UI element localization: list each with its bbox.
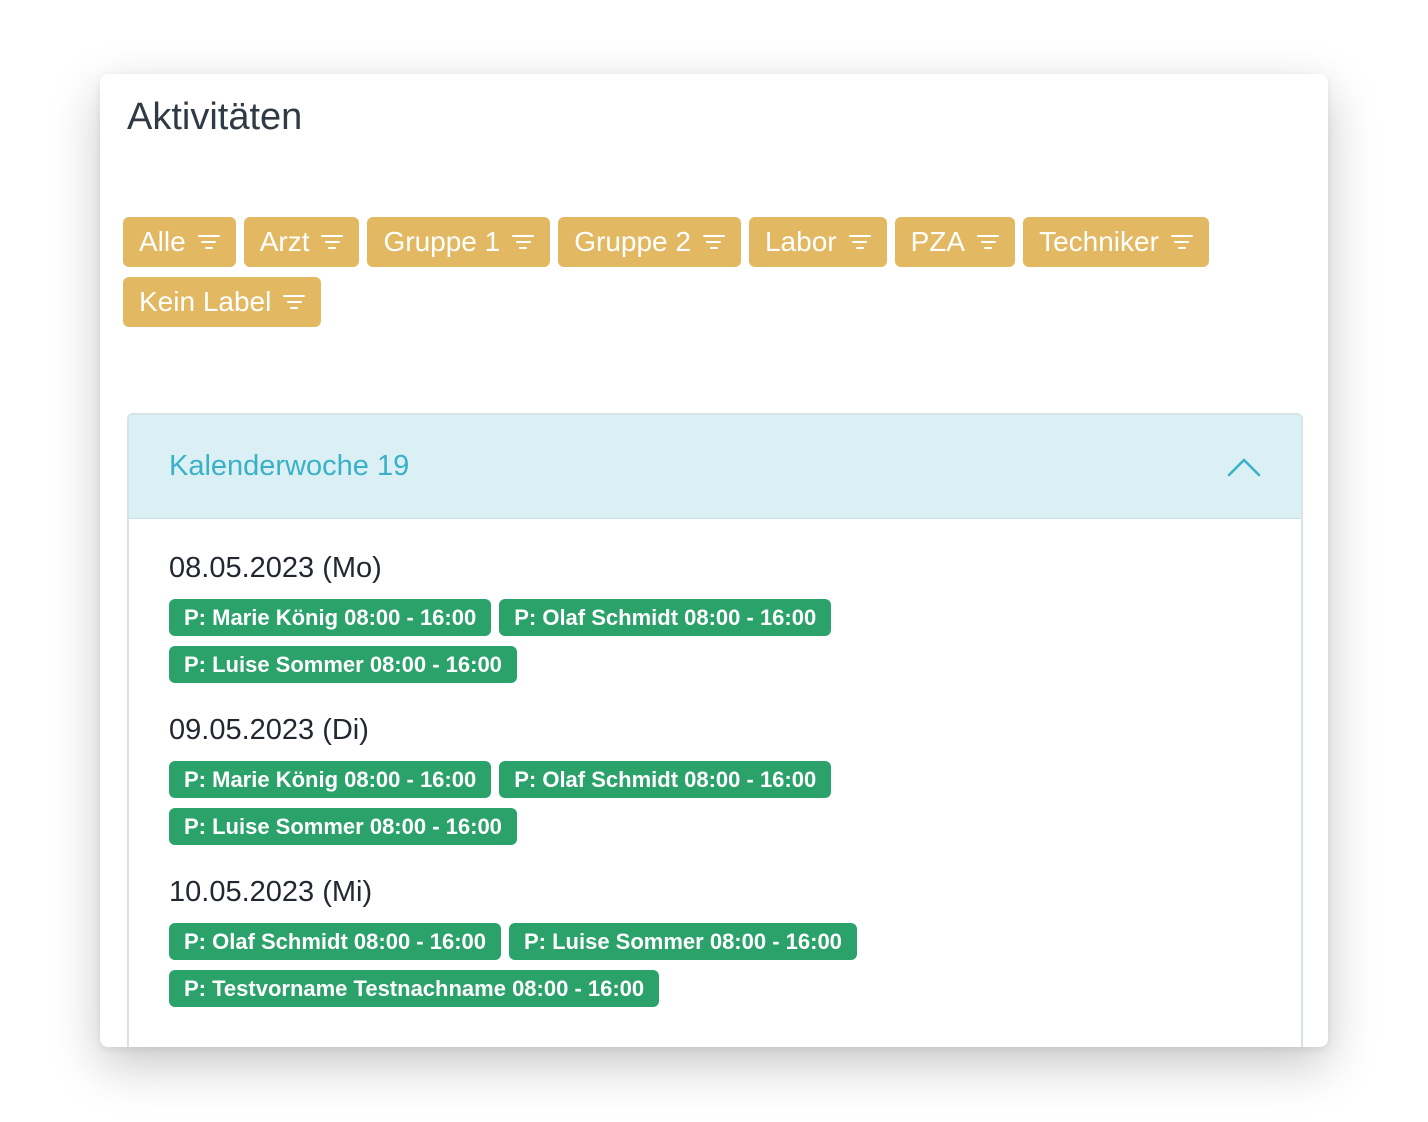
activity-badge[interactable]: P: Luise Sommer 08:00 - 16:00	[509, 923, 857, 960]
filter-chip-label: Gruppe 2	[574, 226, 691, 257]
filter-chip-alle[interactable]: Alle	[123, 217, 236, 267]
filter-chip-labor[interactable]: Labor	[748, 217, 887, 267]
day-section: 09.05.2023 (Di) P: Marie König 08:00 - 1…	[169, 713, 1261, 845]
filter-icon	[1170, 235, 1193, 249]
activity-badge[interactable]: P: Olaf Schmidt 08:00 - 16:00	[499, 599, 832, 636]
filter-chip-label: Arzt	[259, 226, 310, 257]
filter-icon	[848, 235, 871, 249]
activity-badge[interactable]: P: Luise Sommer 08:00 - 16:00	[169, 646, 517, 683]
activity-badge[interactable]: P: Testvorname Testnachname 08:00 - 16:0…	[169, 970, 660, 1007]
day-section: 08.05.2023 (Mo) P: Marie König 08:00 - 1…	[169, 551, 1261, 683]
filter-chip-pza[interactable]: PZA	[894, 217, 1016, 267]
activity-badge[interactable]: P: Marie König 08:00 - 16:00	[169, 599, 492, 636]
chevron-up-icon[interactable]	[1227, 457, 1261, 477]
day-date: 10.05.2023 (Mi)	[169, 876, 373, 908]
day-entries: P: Marie König 08:00 - 16:00 P: Olaf Sch…	[169, 761, 929, 845]
filter-chip-kein-label[interactable]: Kein Label	[123, 277, 322, 327]
filter-chip-techniker[interactable]: Techniker	[1023, 217, 1209, 267]
filter-icon	[283, 295, 306, 309]
activities-card: Aktivitäten Alle Arzt Gruppe 1 Gruppe 2 …	[100, 74, 1328, 1047]
filter-chip-label: Labor	[764, 226, 837, 257]
filter-chip-arzt[interactable]: Arzt	[243, 217, 360, 267]
filter-icon	[197, 235, 220, 249]
week-panel: Kalenderwoche 19 08.05.2023 (Mo) P: Mari…	[127, 413, 1303, 1047]
activity-badge[interactable]: P: Marie König 08:00 - 16:00	[169, 761, 492, 798]
filter-icon	[977, 235, 1000, 249]
week-header[interactable]: Kalenderwoche 19	[129, 415, 1301, 519]
day-section: 10.05.2023 (Mi) P: Olaf Schmidt 08:00 - …	[169, 875, 1261, 1007]
filter-bar: Alle Arzt Gruppe 1 Gruppe 2 Labor PZA Te…	[123, 217, 1313, 327]
day-entries: P: Marie König 08:00 - 16:00 P: Olaf Sch…	[169, 599, 929, 683]
filter-chip-gruppe-1[interactable]: Gruppe 1	[367, 217, 551, 267]
day-date: 08.05.2023 (Mo)	[169, 552, 382, 584]
filter-chip-label: PZA	[910, 226, 966, 257]
activity-badge[interactable]: P: Olaf Schmidt 08:00 - 16:00	[499, 761, 832, 798]
filter-chip-label: Gruppe 1	[383, 226, 501, 257]
week-title: Kalenderwoche 19	[169, 450, 410, 482]
day-entries: P: Olaf Schmidt 08:00 - 16:00 P: Luise S…	[169, 923, 929, 1007]
activity-badge[interactable]: P: Olaf Schmidt 08:00 - 16:00	[169, 923, 501, 960]
filter-icon	[512, 235, 535, 249]
filter-icon	[702, 235, 725, 249]
filter-chip-label: Kein Label	[139, 286, 272, 317]
day-date: 09.05.2023 (Di)	[169, 714, 369, 746]
filter-icon	[321, 235, 344, 249]
activity-badge[interactable]: P: Luise Sommer 08:00 - 16:00	[169, 808, 517, 845]
filter-chip-label: Techniker	[1039, 226, 1159, 257]
filter-chip-gruppe-2[interactable]: Gruppe 2	[558, 217, 741, 267]
filter-chip-label: Alle	[139, 226, 186, 257]
page-title: Aktivitäten	[127, 96, 303, 138]
week-body: 08.05.2023 (Mo) P: Marie König 08:00 - 1…	[129, 519, 1301, 1007]
